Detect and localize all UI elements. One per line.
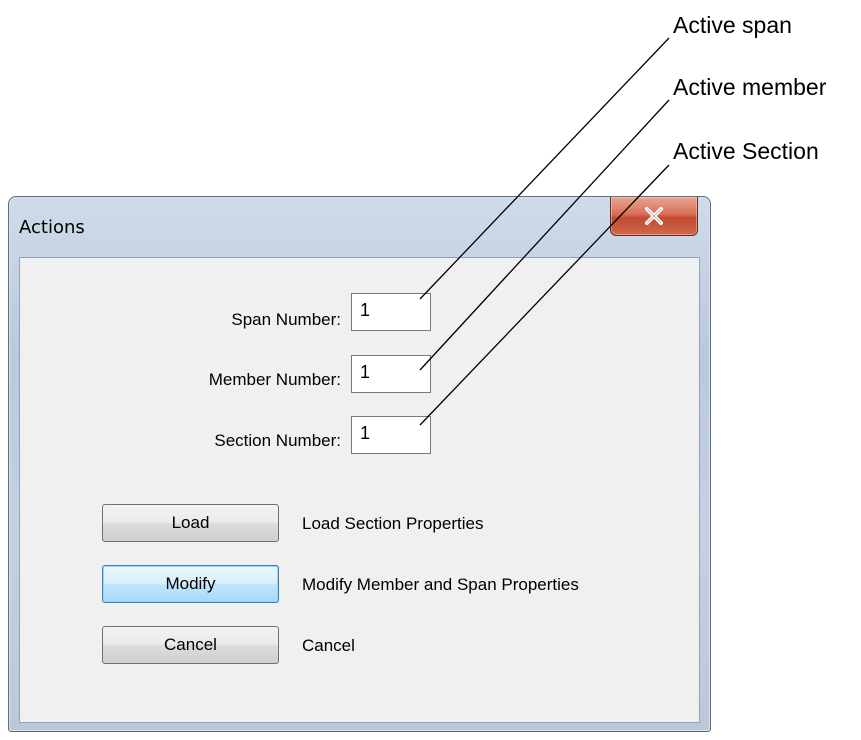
load-description: Load Section Properties bbox=[302, 514, 484, 533]
member-number-input[interactable]: 1 bbox=[351, 355, 431, 393]
section-number-input[interactable]: 1 bbox=[351, 416, 431, 454]
cancel-description: Cancel bbox=[302, 636, 355, 655]
span-number-label: Span Number: bbox=[231, 310, 341, 329]
modify-button[interactable]: Modify bbox=[102, 565, 279, 603]
dialog-content: Span Number: 1 Member Number: 1 Section … bbox=[19, 257, 700, 723]
annotation-active-section: Active Section bbox=[673, 138, 819, 164]
dialog-title: Actions bbox=[19, 217, 85, 238]
modify-description: Modify Member and Span Properties bbox=[302, 575, 579, 594]
actions-dialog: Actions Span Number: 1 Member Number: 1 … bbox=[8, 196, 711, 732]
annotation-active-span: Active span bbox=[673, 12, 792, 38]
close-button[interactable] bbox=[610, 197, 698, 236]
load-button[interactable]: Load bbox=[102, 504, 279, 542]
member-number-label: Member Number: bbox=[208, 370, 341, 389]
cancel-button[interactable]: Cancel bbox=[102, 626, 279, 664]
annotation-active-member: Active member bbox=[673, 74, 827, 100]
span-number-input[interactable]: 1 bbox=[351, 293, 431, 331]
title-bar[interactable]: Actions bbox=[9, 197, 710, 253]
close-x-icon bbox=[645, 207, 663, 225]
section-number-label: Section Number: bbox=[214, 431, 341, 450]
